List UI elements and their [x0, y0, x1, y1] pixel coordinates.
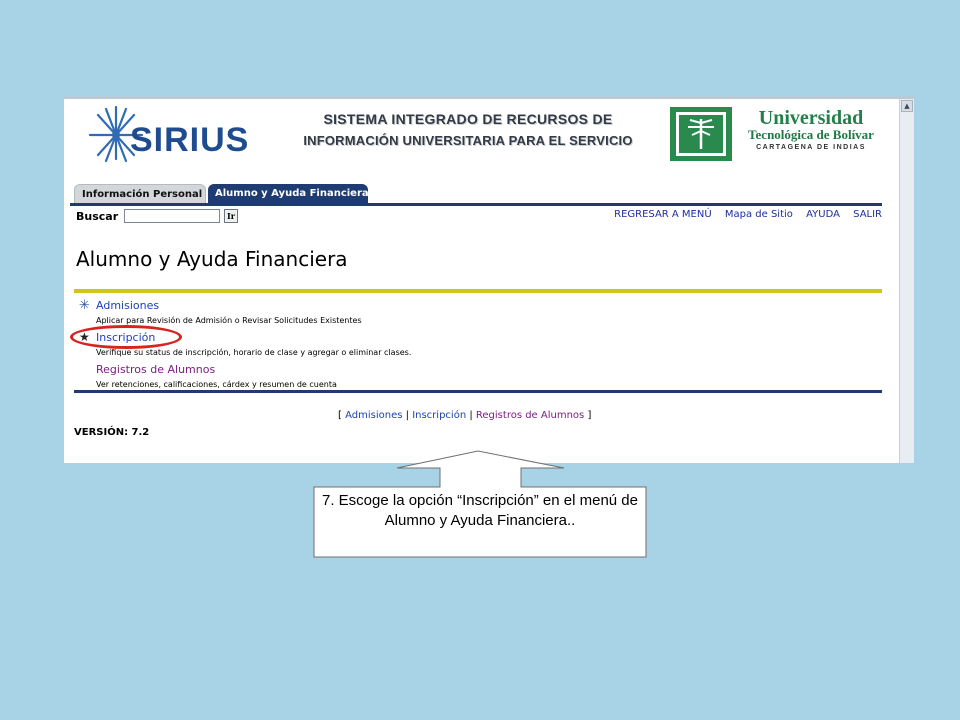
callout-text: 7. Escoge la opción “Inscripción” en el …	[321, 492, 638, 529]
callout-box	[313, 450, 647, 558]
